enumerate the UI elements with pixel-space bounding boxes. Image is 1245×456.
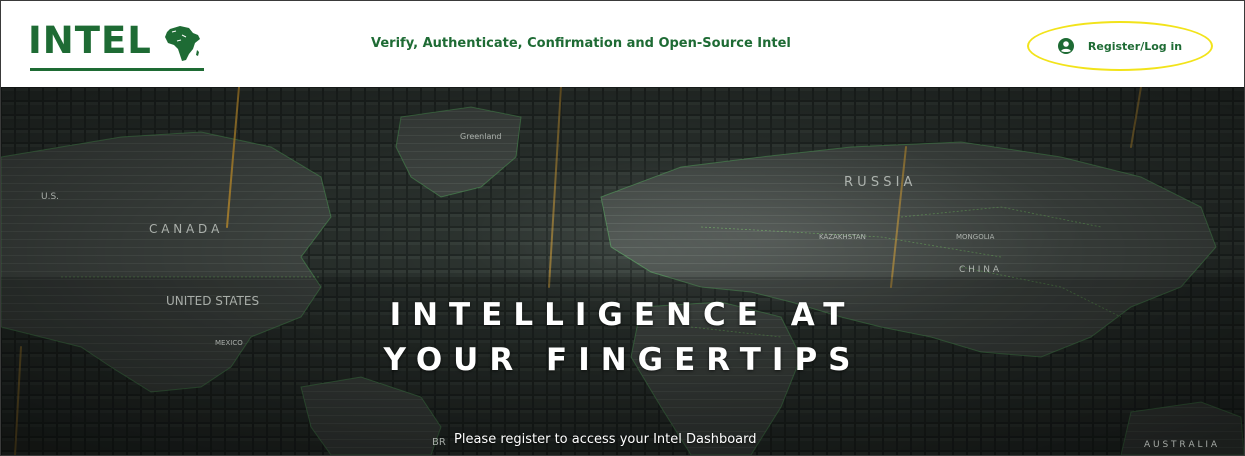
hero-title-line-2: YOUR FINGERTIPS — [383, 342, 862, 378]
map-label-australia: A U S T R A L I A — [1144, 440, 1218, 450]
map-label-china: C H I N A — [959, 265, 1000, 275]
logo-text: INTEL — [28, 19, 152, 62]
intel-logo[interactable]: INTEL — [28, 19, 206, 73]
hero-title-line-1: INTELLIGENCE AT — [389, 297, 856, 333]
map-label-russia: R U S S I A — [844, 175, 913, 190]
hero-banner: Greenland U.S. C A N A D A UNITED STATES… — [1, 87, 1244, 455]
top-header: INTEL Verify, Authenticate, Confirmation… — [1, 1, 1244, 87]
map-label-us: U.S. — [41, 192, 60, 202]
world-map-background — [1, 87, 1244, 455]
register-login-label: Register/Log in — [1087, 39, 1183, 53]
africa-map-icon — [165, 26, 200, 61]
map-label-kazakhstan: KAZAKHSTAN — [819, 233, 866, 241]
map-label-br: BR — [432, 437, 446, 448]
map-label-canada: C A N A D A — [149, 222, 220, 236]
page-frame: INTEL Verify, Authenticate, Confirmation… — [0, 0, 1245, 456]
map-label-mongolia: MONGOLIA — [956, 233, 995, 241]
hero-subtitle: Please register to access your Intel Das… — [454, 432, 757, 447]
logo-underline — [30, 68, 204, 71]
hero-title: INTELLIGENCE AT YOUR FINGERTIPS — [1, 293, 1244, 383]
map-label-greenland: Greenland — [460, 132, 502, 141]
user-circle-icon — [1057, 38, 1074, 54]
header-tagline: Verify, Authenticate, Confirmation and O… — [371, 36, 791, 51]
register-login-button[interactable]: Register/Log in — [1027, 21, 1213, 71]
